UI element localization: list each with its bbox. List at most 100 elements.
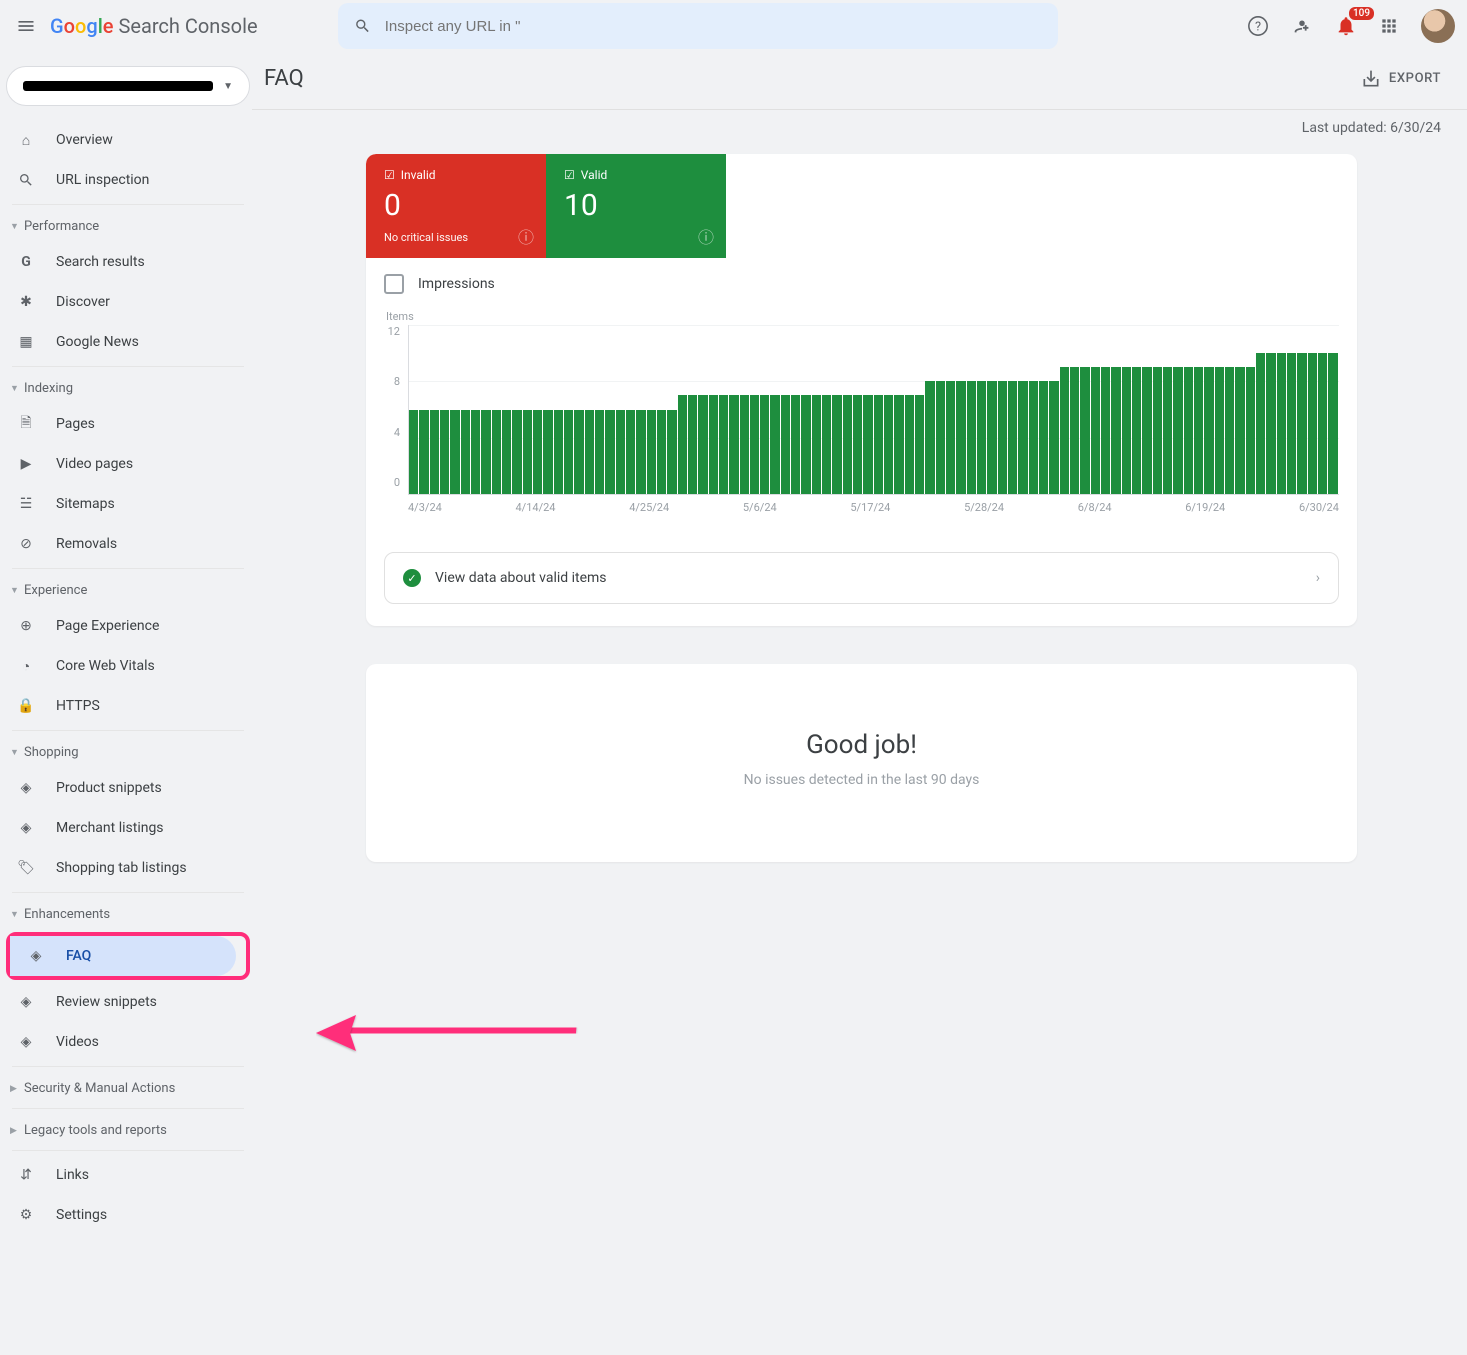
sidebar: ▼ ⌂ Overview URL inspection ▼Performance… (0, 52, 256, 1241)
section-experience[interactable]: ▼Experience (0, 573, 256, 606)
invalid-count: 0 (384, 188, 528, 223)
sidebar-item-removals[interactable]: ⊘ Removals (0, 524, 246, 564)
sidebar-item-label: Settings (56, 1207, 107, 1223)
sidebar-item-videos[interactable]: ◈Videos (0, 1022, 246, 1062)
sidebar-item-discover[interactable]: ✱ Discover (0, 282, 246, 322)
section-shopping[interactable]: ▼Shopping (0, 735, 256, 768)
section-legacy[interactable]: ▶Legacy tools and reports (0, 1113, 256, 1146)
sidebar-item-faq[interactable]: ◈ FAQ (10, 936, 236, 976)
sidebar-item-label: Video pages (56, 456, 133, 472)
goodjob-sub: No issues detected in the last 90 days (366, 772, 1357, 788)
sidebar-item-review-snippets[interactable]: ◈Review snippets (0, 982, 246, 1022)
download-icon (1361, 69, 1381, 89)
star-icon: ✱ (16, 294, 36, 310)
search-input[interactable] (385, 18, 1042, 35)
export-button[interactable]: EXPORT (1361, 69, 1441, 89)
sidebar-item-label: Product snippets (56, 780, 162, 796)
sidebar-item-label: Review snippets (56, 994, 157, 1010)
sidebar-item-label: Removals (56, 536, 117, 552)
export-label: EXPORT (1389, 71, 1441, 86)
sidebar-item-google-news[interactable]: ▦ Google News (0, 322, 246, 362)
sidebar-item-label: HTTPS (56, 698, 100, 714)
tag-icon: 🏷 (16, 860, 36, 876)
annotation-arrow (316, 1003, 586, 1063)
check-circle-icon: ✓ (403, 569, 421, 587)
sidebar-item-video-pages[interactable]: ▶ Video pages (0, 444, 246, 484)
sidebar-item-label: FAQ (66, 948, 91, 964)
section-enhancements[interactable]: ▼Enhancements (0, 897, 256, 930)
sidebar-item-label: Shopping tab listings (56, 860, 187, 876)
sitemap-icon: ☱ (16, 496, 36, 512)
sidebar-item-pages[interactable]: 🗎 Pages (0, 404, 246, 444)
view-valid-items-link[interactable]: ✓ View data about valid items › (384, 552, 1339, 604)
check-icon: ☑ (384, 168, 395, 182)
chevron-down-icon: ▼ (223, 81, 233, 92)
tile-valid[interactable]: ☑Valid 10 ⓘ (546, 154, 726, 258)
property-selector[interactable]: ▼ (6, 66, 250, 106)
menu-icon[interactable] (12, 12, 40, 40)
help-icon[interactable]: ⓘ (698, 224, 714, 248)
links-icon: ⇵ (16, 1167, 36, 1183)
section-security[interactable]: ▶Security & Manual Actions (0, 1071, 256, 1104)
sidebar-item-merchant-listings[interactable]: ◈Merchant listings (0, 808, 246, 848)
sidebar-item-links[interactable]: ⇵ Links (0, 1155, 246, 1195)
sidebar-item-url-inspection[interactable]: URL inspection (0, 160, 246, 200)
product-logo[interactable]: Google Search Console (50, 14, 258, 38)
product-name: Search Console (118, 14, 257, 38)
sidebar-item-label: Links (56, 1167, 89, 1183)
layers-icon: ◈ (16, 820, 36, 836)
apps-icon[interactable] (1379, 16, 1399, 36)
invalid-sub: No critical issues (384, 231, 528, 244)
valid-count: 10 (564, 188, 708, 223)
last-updated: Last updated: 6/30/24 (256, 110, 1467, 154)
video-icon: ▶ (16, 456, 36, 472)
search-icon (16, 172, 36, 188)
url-inspect-search[interactable] (338, 3, 1058, 49)
sidebar-item-settings[interactable]: ⚙ Settings (0, 1195, 246, 1235)
impressions-toggle[interactable]: Impressions (366, 258, 1357, 310)
avatar[interactable] (1421, 9, 1455, 43)
layers-icon: ◈ (26, 948, 46, 964)
checkbox-icon[interactable] (384, 274, 404, 294)
sidebar-item-label: Google News (56, 334, 139, 350)
people-icon[interactable] (1291, 15, 1313, 37)
annotation-highlight: ◈ FAQ (6, 932, 250, 980)
sidebar-item-core-web-vitals[interactable]: ◔ Core Web Vitals (0, 646, 246, 686)
section-indexing[interactable]: ▼Indexing (0, 371, 256, 404)
gear-icon: ⚙ (16, 1207, 36, 1223)
sidebar-item-label: Core Web Vitals (56, 658, 155, 674)
plus-circle-icon: ⊕ (16, 618, 36, 634)
sidebar-item-label: Pages (56, 416, 95, 432)
sidebar-item-page-experience[interactable]: ⊕ Page Experience (0, 606, 246, 646)
sidebar-item-label: Sitemaps (56, 496, 115, 512)
hide-icon: ⊘ (16, 536, 36, 552)
notification-badge: 109 (1349, 7, 1374, 20)
section-performance[interactable]: ▼Performance (0, 209, 256, 242)
help-icon[interactable]: ⓘ (518, 224, 534, 248)
news-icon: ▦ (16, 334, 36, 350)
sidebar-item-https[interactable]: 🔒 HTTPS (0, 686, 246, 726)
sidebar-item-sitemaps[interactable]: ☱ Sitemaps (0, 484, 246, 524)
sidebar-item-label: Page Experience (56, 618, 159, 634)
lock-icon: 🔒 (16, 698, 36, 714)
sidebar-item-overview[interactable]: ⌂ Overview (0, 120, 246, 160)
sidebar-item-product-snippets[interactable]: ◈ Product snippets (0, 768, 246, 808)
check-icon: ☑ (564, 168, 575, 182)
search-icon (354, 17, 371, 35)
page-icon: 🗎 (16, 412, 36, 436)
sidebar-item-label: Discover (56, 294, 110, 310)
help-icon[interactable]: ? (1247, 15, 1269, 37)
sidebar-item-search-results[interactable]: GSearch results (0, 242, 246, 282)
sidebar-item-shopping-tab[interactable]: 🏷 Shopping tab listings (0, 848, 246, 888)
svg-text:?: ? (1255, 20, 1261, 35)
speed-icon: ◔ (16, 658, 36, 675)
layers-icon: ◈ (16, 780, 36, 796)
good-job-card: Good job! No issues detected in the last… (366, 664, 1357, 862)
tile-invalid[interactable]: ☑Invalid 0 No critical issues ⓘ (366, 154, 546, 258)
valid-link-label: View data about valid items (435, 570, 607, 586)
chevron-right-icon: › (1316, 570, 1320, 586)
notifications-icon[interactable]: 109 (1335, 15, 1357, 37)
items-chart: Items 12840 4/3/244/14/244/25/245/6/245/… (366, 310, 1357, 538)
chart-title: Items (384, 310, 1339, 323)
goodjob-title: Good job! (366, 730, 1357, 760)
